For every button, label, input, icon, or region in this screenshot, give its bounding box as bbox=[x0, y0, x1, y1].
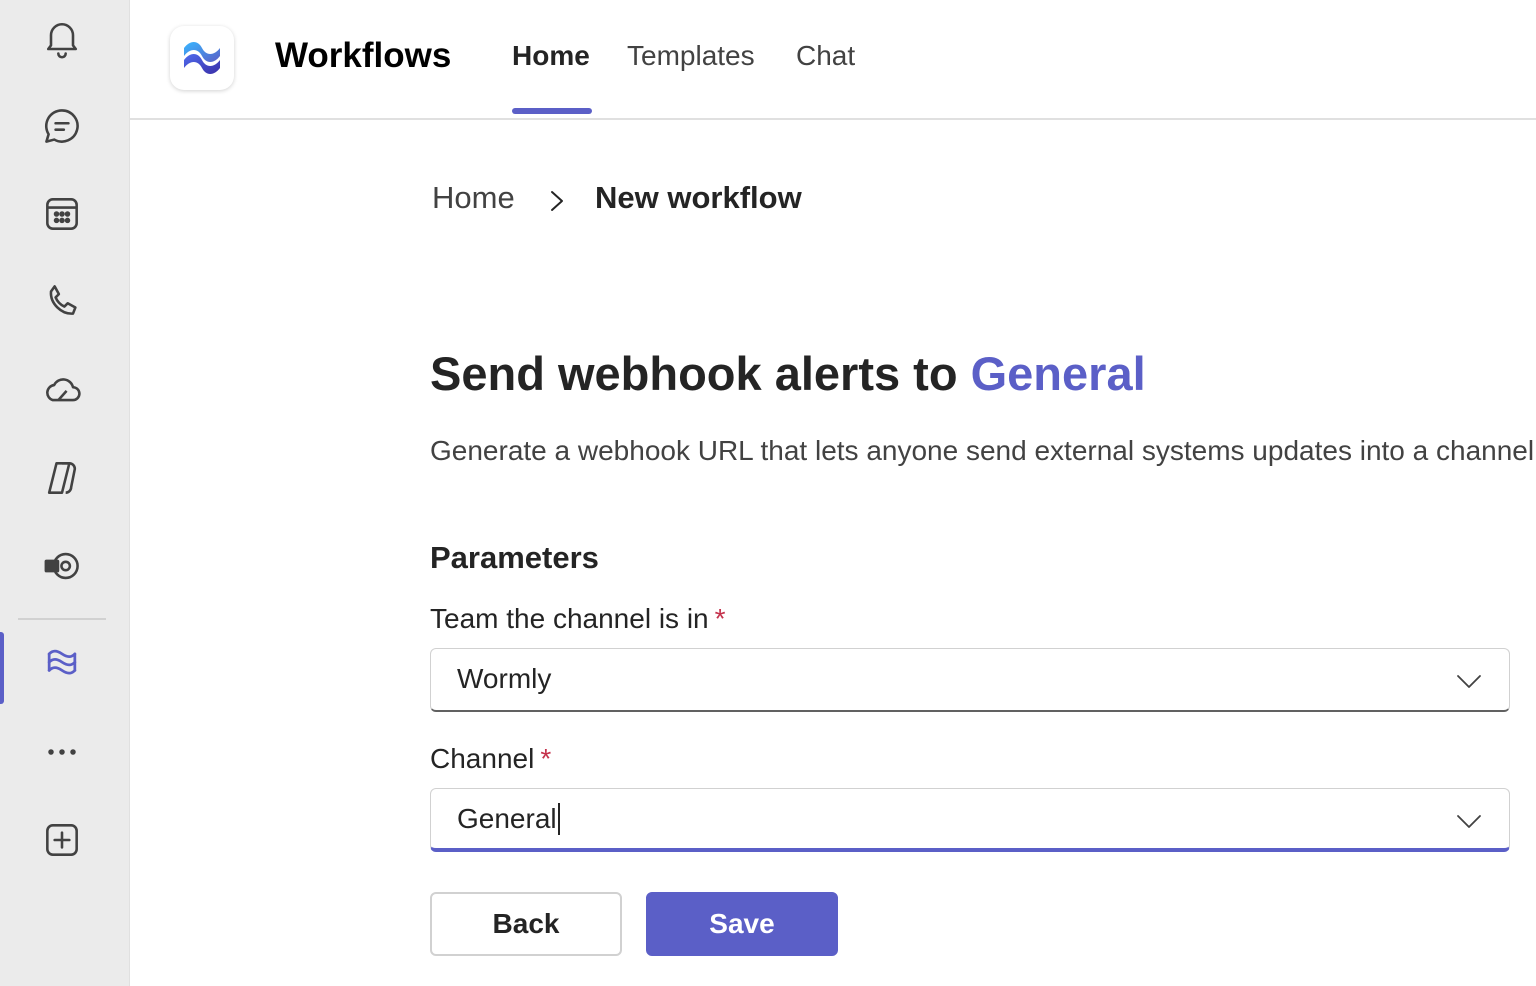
tab-chat[interactable]: Chat bbox=[796, 40, 855, 72]
onedrive-icon bbox=[40, 368, 84, 417]
chat-icon bbox=[40, 104, 84, 153]
active-tab-indicator bbox=[512, 108, 592, 114]
copilot-icon bbox=[40, 456, 84, 505]
more-icon bbox=[40, 730, 84, 779]
onedrive-button[interactable] bbox=[0, 360, 124, 424]
channel-field-label: Channel * bbox=[430, 743, 551, 775]
app-rail: A bbox=[0, 0, 130, 986]
team-field-label: Team the channel is in * bbox=[430, 603, 726, 635]
calendar-icon bbox=[40, 192, 84, 241]
required-marker: * bbox=[714, 603, 726, 634]
apps-settings-button[interactable]: A bbox=[0, 536, 124, 600]
rail-divider bbox=[18, 618, 106, 620]
breadcrumb-home-link[interactable]: Home bbox=[432, 180, 515, 216]
activity-button[interactable] bbox=[0, 8, 124, 72]
team-dropdown[interactable]: Wormly bbox=[430, 648, 1510, 712]
workflows-button[interactable] bbox=[0, 634, 124, 698]
workflows-logo-icon bbox=[184, 42, 220, 74]
page-description: Generate a webhook URL that lets anyone … bbox=[430, 435, 1535, 466]
workflows-icon bbox=[40, 642, 84, 691]
channel-dropdown[interactable]: General bbox=[430, 788, 1510, 852]
breadcrumb-current: New workflow bbox=[595, 180, 802, 215]
page-title-accent: General bbox=[970, 347, 1146, 400]
page-title: Send webhook alerts to General bbox=[430, 346, 1146, 401]
calls-button[interactable] bbox=[0, 272, 124, 336]
tab-home[interactable]: Home bbox=[512, 40, 590, 72]
bell-icon bbox=[40, 16, 84, 65]
more-apps-button[interactable] bbox=[0, 722, 124, 786]
parameters-heading: Parameters bbox=[430, 540, 599, 575]
back-button[interactable]: Back bbox=[430, 892, 622, 956]
tab-templates[interactable]: Templates bbox=[627, 40, 755, 72]
apps-settings-icon: A bbox=[40, 544, 84, 593]
channel-label-text: Channel bbox=[430, 743, 535, 774]
chat-button[interactable] bbox=[0, 96, 124, 160]
add-app-button[interactable] bbox=[0, 810, 124, 874]
save-button[interactable]: Save bbox=[646, 892, 838, 956]
calendar-button[interactable] bbox=[0, 184, 124, 248]
phone-icon bbox=[40, 280, 84, 329]
required-marker: * bbox=[540, 743, 552, 774]
channel-dropdown-value: General bbox=[457, 802, 560, 837]
chevron-down-icon bbox=[1457, 815, 1481, 828]
page-title-prefix: Send webhook alerts to bbox=[430, 347, 958, 400]
svg-text:A: A bbox=[48, 562, 56, 573]
channel-value-text: General bbox=[457, 803, 557, 834]
workflows-logo bbox=[170, 26, 234, 90]
chevron-down-icon bbox=[1457, 675, 1481, 688]
add-app-icon bbox=[40, 818, 84, 867]
text-caret bbox=[557, 802, 560, 835]
chevron-right-icon bbox=[551, 191, 563, 211]
app-title: Workflows bbox=[275, 36, 452, 75]
team-label-text: Team the channel is in bbox=[430, 603, 709, 634]
team-dropdown-value: Wormly bbox=[457, 663, 552, 694]
copilot-button[interactable] bbox=[0, 448, 124, 512]
app-header: Workflows Home Templates Chat bbox=[130, 0, 1536, 120]
